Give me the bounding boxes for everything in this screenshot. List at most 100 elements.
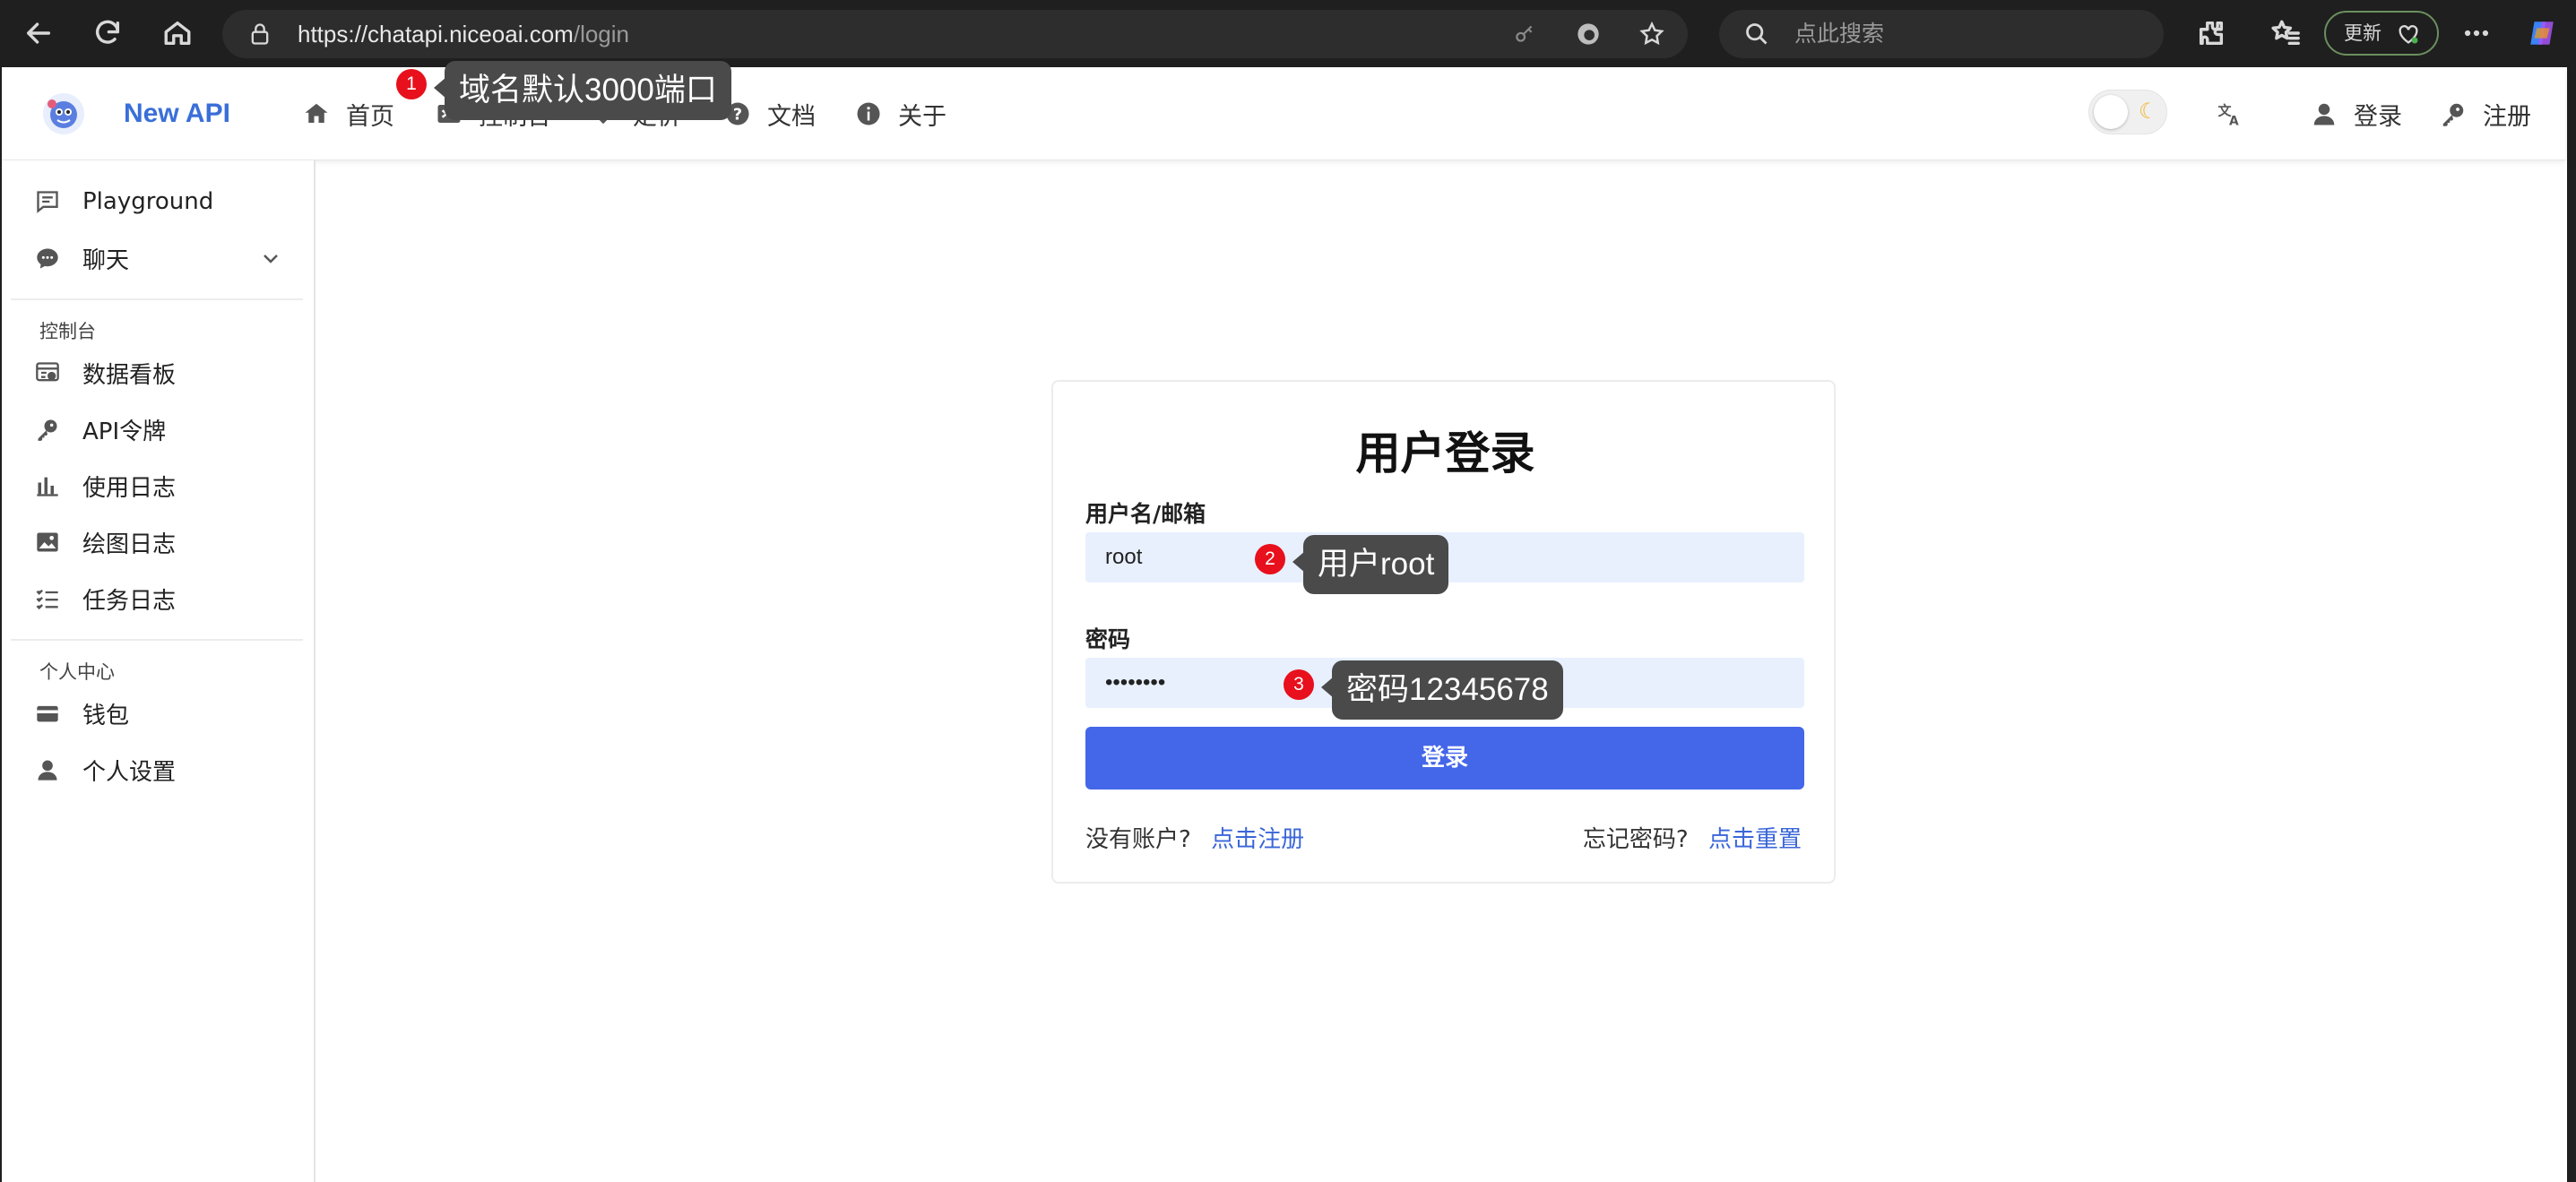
chevron-down-icon[interactable] — [260, 247, 281, 269]
toggle-knob — [2094, 95, 2128, 129]
browser-search-box[interactable]: 点此搜索 — [1719, 10, 2164, 58]
chat-square-icon — [34, 188, 61, 215]
update-button[interactable]: 更新 — [2324, 11, 2439, 56]
nav-about-label: 关于 — [898, 102, 947, 131]
reset-prompt: 忘记密码? 点击重置 — [1583, 821, 1802, 854]
reset-link[interactable]: 点击重置 — [1708, 826, 1802, 853]
app-title[interactable]: New API — [124, 67, 230, 160]
sidebar-item-label: Playground — [82, 188, 214, 215]
address-bar[interactable]: https://chatapi.niceoai.com/login — [222, 10, 1688, 58]
refresh-icon — [95, 20, 120, 44]
theme-toggle[interactable]: ☾ — [2088, 90, 2167, 134]
sidebar-item-dashboard[interactable]: 数据看板 — [2, 350, 314, 395]
password-value: •••••••• — [1105, 670, 1166, 695]
annotation-tooltip-1: 域名默认3000端口 — [434, 61, 731, 120]
annotation-badge-3: 3 — [1284, 669, 1314, 700]
nav-docs-label: 文档 — [767, 102, 816, 131]
sidebar-item-playground[interactable]: Playground — [2, 179, 314, 224]
sidebar-item-label: 钱包 — [82, 702, 130, 729]
annotation-tooltip-3: 密码12345678 — [1321, 660, 1563, 720]
header-login-link[interactable]: 登录 — [2311, 67, 2402, 160]
back-button[interactable] — [18, 13, 59, 54]
app-header: New API 首页 控制台 定价 ? 文档 关于 文A 登录 注册 — [2, 67, 2565, 160]
svg-text:A: A — [2229, 115, 2239, 128]
dashboard-icon — [34, 359, 61, 386]
sidebar-item-label: 数据看板 — [82, 361, 177, 389]
moon-icon: ☾ — [2139, 99, 2158, 124]
chat-bubble-icon — [34, 245, 61, 272]
sidebar-section-console: 控制台 — [39, 321, 96, 342]
copilot-button[interactable] — [2521, 13, 2563, 54]
home-icon — [303, 100, 330, 127]
image-icon — [34, 529, 61, 556]
sidebar-item-label: 个人设置 — [82, 758, 177, 786]
sidebar-item-task-logs[interactable]: 任务日志 — [2, 576, 314, 621]
checklist-icon — [34, 585, 61, 612]
header-register-link[interactable]: 注册 — [2440, 67, 2531, 160]
search-placeholder: 点此搜索 — [1794, 21, 1885, 47]
favorites-button[interactable] — [2265, 13, 2306, 54]
wallet-icon — [34, 700, 61, 727]
nav-home[interactable]: 首页 — [303, 67, 394, 160]
sidebar-item-drawing-logs[interactable]: 绘图日志 — [2, 520, 314, 565]
sidebar-item-label: API令牌 — [82, 418, 167, 445]
update-label: 更新 — [2344, 22, 2382, 44]
sidebar-item-wallet[interactable]: 钱包 — [2, 691, 314, 736]
key-icon — [34, 416, 61, 443]
user-icon — [2311, 100, 2338, 127]
annotation-badge-1: 1 — [396, 69, 427, 99]
password-label: 密码 — [1085, 626, 1131, 652]
sidebar-item-personal-settings[interactable]: 个人设置 — [2, 747, 314, 792]
language-button[interactable]: 文A — [2216, 67, 2259, 160]
nav-about[interactable]: 关于 — [855, 67, 947, 160]
user-icon — [34, 756, 61, 783]
arrow-left-icon — [26, 22, 51, 44]
key-icon — [2440, 100, 2467, 127]
header-register-label: 注册 — [2483, 102, 2531, 131]
translate-icon: 文A — [2216, 100, 2243, 127]
annotation-badge-2: 2 — [1255, 544, 1285, 574]
no-account-text: 没有账户? — [1085, 826, 1191, 853]
nav-home-label: 首页 — [346, 102, 394, 131]
sidebar-item-api-tokens[interactable]: API令牌 — [2, 407, 314, 452]
copilot-icon — [2530, 22, 2554, 45]
star-icon[interactable] — [1638, 21, 1665, 47]
key-outline-icon[interactable] — [1513, 22, 1536, 46]
more-button[interactable] — [2456, 13, 2497, 54]
bar-chart-icon — [34, 472, 61, 499]
username-value: root — [1105, 545, 1143, 569]
more-dots-icon — [2464, 30, 2489, 37]
extensions-button[interactable] — [2191, 13, 2232, 54]
info-icon — [855, 100, 882, 127]
forgot-password-text: 忘记密码? — [1582, 826, 1689, 853]
home-outline-icon — [164, 21, 191, 46]
lock-icon — [251, 23, 269, 45]
annotation-tooltip-2: 用户root — [1292, 535, 1449, 594]
header-login-label: 登录 — [2354, 102, 2402, 131]
browser-toolbar: https://chatapi.niceoai.com/login 点此搜索 更… — [0, 0, 2576, 67]
nav-docs[interactable]: ? 文档 — [724, 67, 816, 160]
app-logo[interactable] — [41, 91, 86, 136]
login-card: 用户登录 用户名/邮箱 root 密码 •••••••• 登录 没有账户? 点击… — [1051, 380, 1836, 884]
sidebar-item-label: 绘图日志 — [82, 531, 177, 558]
sidebar-item-chat[interactable]: 聊天 — [2, 236, 314, 280]
sidebar-section-personal: 个人中心 — [39, 661, 115, 683]
login-title: 用户登录 — [1355, 427, 1535, 479]
sidebar-divider — [11, 639, 303, 641]
refresh-button[interactable] — [87, 13, 128, 54]
url-text: https://chatapi.niceoai.com/login — [298, 21, 629, 47]
login-button[interactable]: 登录 — [1085, 727, 1804, 789]
sidebar: Playground 聊天 控制台 数据看板 API令牌 使用日志 绘图日志 任… — [2, 160, 316, 1182]
home-button[interactable] — [157, 13, 198, 54]
sidebar-item-label: 聊天 — [82, 246, 130, 274]
username-label: 用户名/邮箱 — [1085, 501, 1206, 527]
sidebar-divider — [11, 298, 303, 300]
sidebar-item-usage-logs[interactable]: 使用日志 — [2, 463, 314, 508]
heart-pulse-icon — [2399, 25, 2418, 44]
register-prompt: 没有账户? 点击注册 — [1085, 821, 1304, 854]
search-icon — [1746, 23, 1768, 45]
logo-icon — [43, 93, 84, 134]
edge-icon[interactable] — [1576, 22, 1601, 47]
favorites-icon — [2271, 20, 2300, 46]
register-link[interactable]: 点击注册 — [1211, 826, 1304, 853]
